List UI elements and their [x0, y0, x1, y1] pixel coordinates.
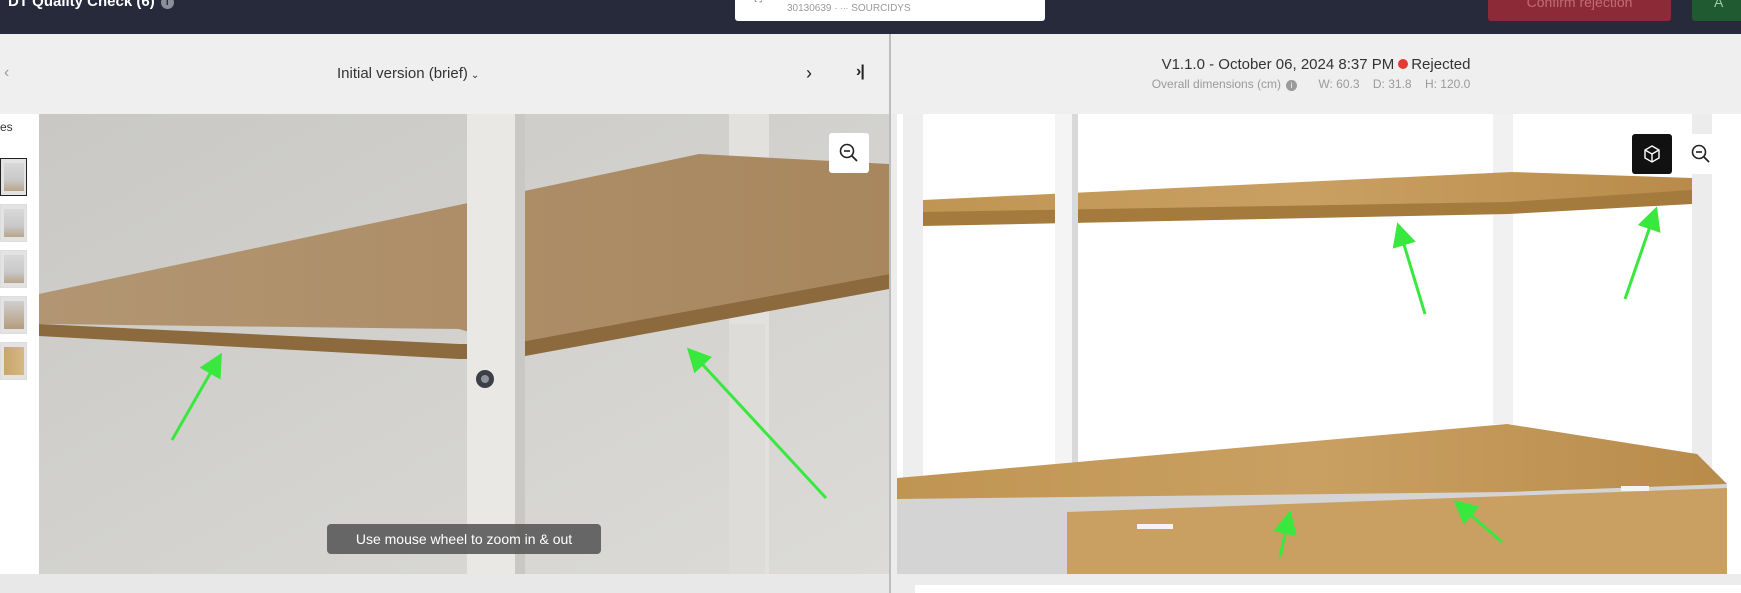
dimensions-info: Overall dimensions (cm) i W: 60.3 D: 31.8…	[891, 77, 1741, 91]
left-panel-header: ‹ Initial version (brief) ⌄ › ›|	[0, 34, 889, 114]
thumbnail-item[interactable]	[0, 204, 27, 242]
thumbnails-label: es	[0, 120, 13, 134]
info-icon[interactable]: i	[160, 0, 174, 9]
zoom-out-button[interactable]	[1681, 134, 1721, 174]
product-separator: ·	[834, 3, 838, 14]
chevron-right-icon[interactable]: ›	[806, 63, 812, 84]
dimension-height: H: 120.0	[1424, 77, 1471, 91]
right-panel-header: V1.1.0 - October 06, 2024 8:37 PM Rejecte…	[891, 34, 1741, 114]
thumbnail-item[interactable]	[0, 158, 27, 196]
panel-divider[interactable]	[889, 34, 891, 593]
shelf-photo	[39, 114, 889, 574]
confirm-rejection-button[interactable]: Confirm rejection	[1488, 0, 1671, 21]
brand-logo-icon: ⋯	[840, 4, 849, 13]
comments-card	[915, 585, 1741, 593]
dimension-depth: D: 31.8	[1372, 77, 1412, 91]
cube-icon	[1644, 145, 1660, 163]
product-meta: 30130639 · ⋯ SOURCIDYS	[787, 3, 911, 14]
reference-image-viewer[interactable]: Use mouse wheel to zoom in & out	[39, 114, 889, 574]
zoom-out-icon	[1691, 144, 1710, 163]
skip-to-last-icon[interactable]: ›|	[856, 63, 865, 81]
accept-button[interactable]: A	[1692, 0, 1741, 21]
top-bar: DT Quality Check (6) i ⛶ 30130639 · ⋯ SOU…	[0, 0, 1741, 34]
right-panel-footer	[891, 574, 1741, 593]
chevron-down-icon: ⌄	[470, 70, 480, 81]
chevron-left-icon[interactable]: ‹	[4, 64, 9, 82]
thumbnail-item[interactable]	[0, 250, 27, 288]
zoom-hint-tooltip: Use mouse wheel to zoom in & out	[327, 524, 601, 554]
thumbnail-item[interactable]	[0, 342, 27, 380]
page-title-text: DT Quality Check (6)	[8, 0, 155, 10]
shelf-render	[897, 114, 1741, 574]
dimension-width: W: 60.3	[1318, 77, 1360, 91]
version-dropdown[interactable]: Initial version (brief) ⌄	[337, 65, 479, 82]
product-brand: SOURCIDYS	[851, 3, 911, 14]
status-dot-icon	[1398, 59, 1409, 69]
left-panel-footer	[0, 574, 889, 593]
version-dropdown-label: Initial version (brief)	[337, 65, 468, 82]
dimensions-label: Overall dimensions (cm)	[1151, 77, 1282, 91]
zoom-out-button[interactable]	[829, 133, 869, 173]
product-thumbnail-icon: ⛶	[755, 0, 773, 8]
model-render-viewer[interactable]	[897, 114, 1741, 574]
product-card[interactable]: ⛶ 30130639 · ⋯ SOURCIDYS	[735, 0, 1045, 21]
info-icon[interactable]: i	[1286, 80, 1298, 91]
version-info: V1.1.0 - October 06, 2024 8:37 PM Rejecte…	[891, 56, 1741, 73]
3d-view-button[interactable]	[1632, 134, 1672, 174]
thumbnail-rail: es	[0, 114, 39, 574]
zoom-out-icon	[839, 143, 858, 162]
thumbnail-item[interactable]	[0, 296, 27, 334]
status-label: Rejected	[1411, 56, 1471, 73]
product-id: 30130639	[787, 3, 832, 14]
version-text: V1.1.0 - October 06, 2024 8:37 PM	[1161, 56, 1395, 73]
page-title: DT Quality Check (6) i	[8, 0, 174, 10]
